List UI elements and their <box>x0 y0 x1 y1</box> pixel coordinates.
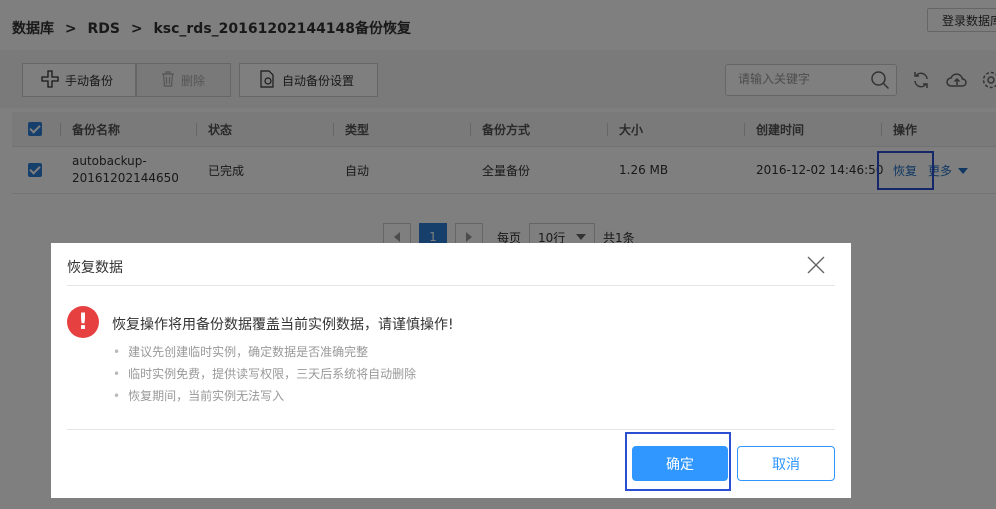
tip-item: 建议先创建临时实例，确定数据是否准确完整 <box>113 341 416 363</box>
tips-list: 建议先创建临时实例，确定数据是否准确完整 临时实例免费，提供读写权限，三天后系统… <box>113 341 416 407</box>
tip-item: 临时实例免费，提供读写权限，三天后系统将自动删除 <box>113 363 416 385</box>
close-icon[interactable] <box>805 254 827 276</box>
confirm-highlight-box <box>625 432 731 491</box>
warning-icon: ! <box>67 306 99 338</box>
tip-item: 恢复期间，当前实例无法写入 <box>113 385 416 407</box>
restore-data-dialog: 恢复数据 ! 恢复操作将用备份数据覆盖当前实例数据，请谨慎操作! 建议先创建临时… <box>51 243 851 498</box>
cancel-button[interactable]: 取消 <box>737 446 835 481</box>
dialog-title: 恢复数据 <box>67 260 123 276</box>
warning-message: 恢复操作将用备份数据覆盖当前实例数据，请谨慎操作! <box>112 317 454 333</box>
dialog-header-divider <box>67 285 835 286</box>
dialog-footer-divider <box>67 429 835 430</box>
